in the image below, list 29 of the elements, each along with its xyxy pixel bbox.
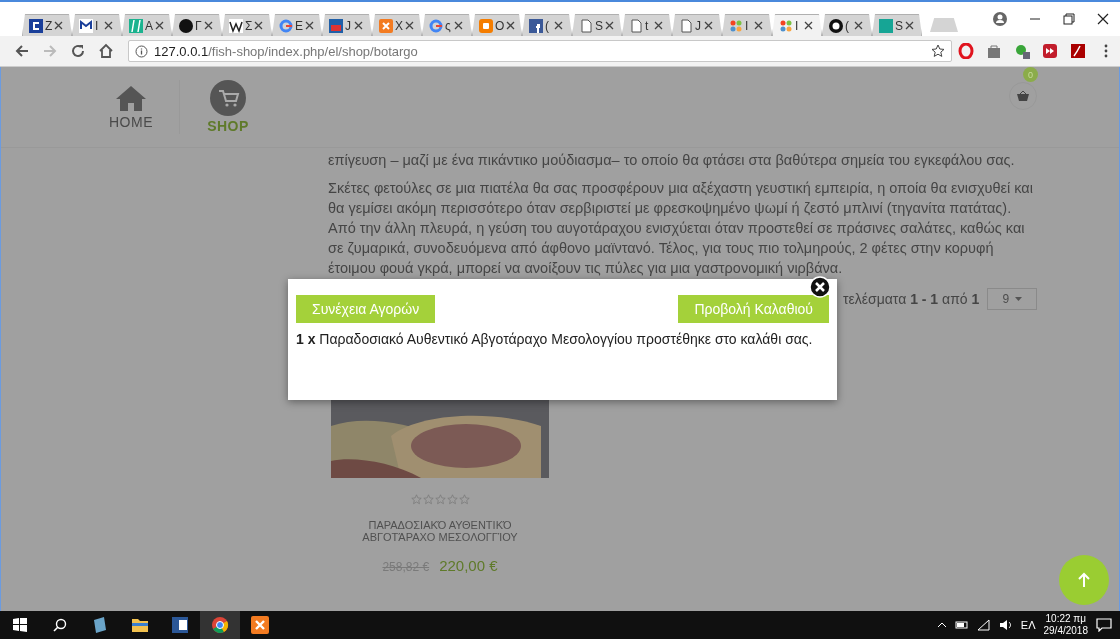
browser-tab[interactable]: Α [122, 14, 172, 36]
browser-tab[interactable]: Ε [272, 14, 322, 36]
results-count: τελέσματα 1 - 1 από 1 [843, 291, 980, 307]
browser-tab[interactable]: Ι [722, 14, 772, 36]
browser-tab[interactable]: Ο [472, 14, 522, 36]
address-field[interactable]: 127.0.0.1/fish-shop/index.php/el/shop/botargo [128, 40, 952, 62]
browser-tab[interactable]: t [622, 14, 672, 36]
browser-tab[interactable]: Ζ [22, 14, 72, 36]
url-host: 127.0.0.1 [154, 43, 209, 59]
browser-tab[interactable]: J [322, 14, 372, 36]
taskbar-clock[interactable]: 10:22 πμ 29/4/2018 [1043, 613, 1088, 637]
description-paragraph: επίγευση – μαζί με ένα πικάντικο μούδιασμα– το οποίο θα φτάσει στα βαθύτερα σημεία του εγκεφάλου σας. [328, 151, 1016, 170]
browser-tab[interactable]: Γ [172, 14, 222, 36]
browser-tab[interactable]: J [672, 14, 722, 36]
browser-tab[interactable]: S [872, 14, 922, 36]
browser-tab[interactable]: Σ [222, 14, 272, 36]
input-language[interactable]: ΕΛ [1020, 619, 1036, 631]
dialog-message: 1 x Παραδοσιακό Αυθεντικό Αβγοτάραχο Μεσολογγίου προστέθηκε στο καλάθι σας. [296, 331, 814, 347]
browser-tab[interactable]: Ι [772, 14, 822, 36]
browser-tab[interactable]: ( [822, 14, 872, 36]
browser-tab[interactable]: Ι [72, 14, 122, 36]
browser-tab[interactable]: S [572, 14, 622, 36]
browser-tab[interactable]: Χ [372, 14, 422, 36]
description-paragraph: Σκέτες φετούλες σε μια πιατέλα θα σας προσφέρουν μια αξέχαστη γευστική εμπειρία, η οποία θα ενισχυθεί και θα γεμίσει ακόμη περισσότερο όταν σερβιριστεί με φρεσκοψημένο ψωμί ή ζεστό μπλινί (τηγανίτα πατάτας). Από την άλλη πλευρά, η γεύση του αυγοτάραχου ενισχύεται όταν προστεθεί σε πράσινες σαλάτες, καθώς και σε ζυμαρικά, συνοδευόμενα από άφθονο μαϊντανό. Τέλος, για τους πιο τολμηρούς, 2 φέτες στην κορυφή έτοιμου φουά γκρά, μπορεί να ανοίξουν τις πύλες για μια γαστρονομική νιρβάνα. [328, 179, 1034, 278]
product-price: 220,00 € [439, 557, 498, 574]
cart-count: 0 [1023, 67, 1038, 82]
url-path: /fish-shop/index.php/el/shop/botargo [208, 43, 418, 59]
browser-tab[interactable]: ( [522, 14, 572, 36]
browser-tab[interactable]: ς [422, 14, 472, 36]
